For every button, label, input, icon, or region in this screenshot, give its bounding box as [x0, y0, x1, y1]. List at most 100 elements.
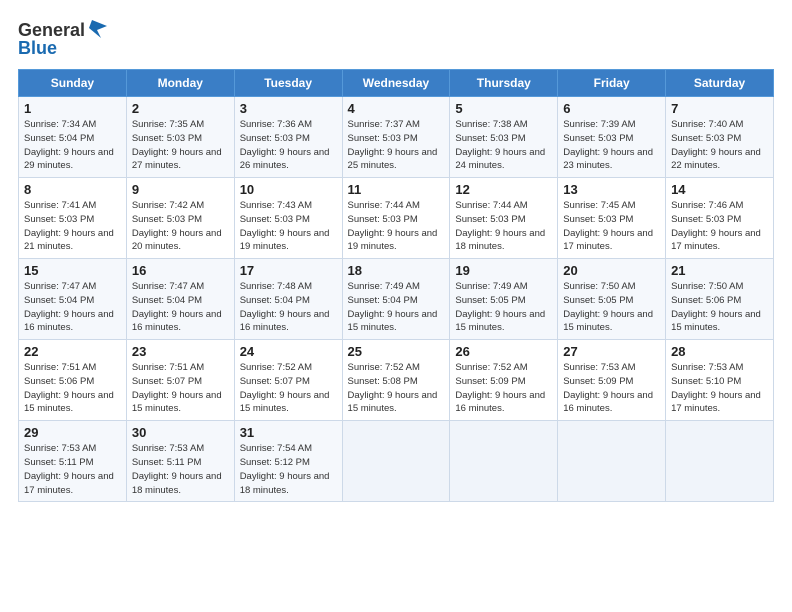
calendar-cell: 14 Sunrise: 7:46 AMSunset: 5:03 PMDayligh…: [666, 178, 774, 259]
day-info: Sunrise: 7:50 AMSunset: 5:06 PMDaylight:…: [671, 280, 769, 335]
day-number: 4: [348, 101, 446, 116]
calendar-cell: 15 Sunrise: 7:47 AMSunset: 5:04 PMDayligh…: [19, 259, 127, 340]
day-number: 31: [240, 425, 338, 440]
calendar-cell: [450, 421, 558, 502]
calendar-cell: 2 Sunrise: 7:35 AMSunset: 5:03 PMDaylight…: [126, 97, 234, 178]
day-info: Sunrise: 7:49 AMSunset: 5:05 PMDaylight:…: [455, 280, 553, 335]
day-info: Sunrise: 7:41 AMSunset: 5:03 PMDaylight:…: [24, 199, 122, 254]
calendar-cell: 3Sunrise: 7:36 AMSunset: 5:03 PMDaylight…: [234, 97, 342, 178]
weekday-header-tuesday: Tuesday: [234, 70, 342, 97]
day-info: Sunrise: 7:53 AMSunset: 5:10 PMDaylight:…: [671, 361, 769, 416]
calendar-cell: 17Sunrise: 7:48 AMSunset: 5:04 PMDayligh…: [234, 259, 342, 340]
weekday-header-sunday: Sunday: [19, 70, 127, 97]
logo-bird-icon: [87, 18, 107, 42]
day-number: 10: [240, 182, 338, 197]
day-info: Sunrise: 7:47 AMSunset: 5:04 PMDaylight:…: [132, 280, 230, 335]
day-number: 12: [455, 182, 553, 197]
day-number: 24: [240, 344, 338, 359]
calendar-header: SundayMondayTuesdayWednesdayThursdayFrid…: [19, 70, 774, 97]
day-number: 22: [24, 344, 122, 359]
calendar-cell: 10 Sunrise: 7:43 AMSunset: 5:03 PMDayligh…: [234, 178, 342, 259]
day-number: 7: [671, 101, 769, 116]
calendar-cell: 24 Sunrise: 7:52 AMSunset: 5:07 PMDayligh…: [234, 340, 342, 421]
day-info: Sunrise: 7:51 AMSunset: 5:06 PMDaylight:…: [24, 361, 122, 416]
day-info: Sunrise: 7:52 AMSunset: 5:07 PMDaylight:…: [240, 361, 338, 416]
day-number: 6: [563, 101, 661, 116]
day-info: Sunrise: 7:44 AMSunset: 5:03 PMDaylight:…: [348, 199, 446, 254]
day-info: Sunrise: 7:44 AMSunset: 5:03 PMDaylight:…: [455, 199, 553, 254]
calendar-cell: 19 Sunrise: 7:49 AMSunset: 5:05 PMDayligh…: [450, 259, 558, 340]
calendar-week-1: 1Sunrise: 7:34 AMSunset: 5:04 PMDaylight…: [19, 97, 774, 178]
day-number: 27: [563, 344, 661, 359]
calendar-cell: 11 Sunrise: 7:44 AMSunset: 5:03 PMDayligh…: [342, 178, 450, 259]
calendar-week-5: 29 Sunrise: 7:53 AMSunset: 5:11 PMDayligh…: [19, 421, 774, 502]
logo: General Blue: [18, 18, 107, 59]
calendar-cell: 13 Sunrise: 7:45 AMSunset: 5:03 PMDayligh…: [558, 178, 666, 259]
day-number: 29: [24, 425, 122, 440]
calendar-week-2: 8 Sunrise: 7:41 AMSunset: 5:03 PMDaylight…: [19, 178, 774, 259]
day-info: Sunrise: 7:52 AMSunset: 5:08 PMDaylight:…: [348, 361, 446, 416]
day-number: 28: [671, 344, 769, 359]
calendar-cell: 22 Sunrise: 7:51 AMSunset: 5:06 PMDayligh…: [19, 340, 127, 421]
day-number: 30: [132, 425, 230, 440]
day-info: Sunrise: 7:53 AMSunset: 5:11 PMDaylight:…: [24, 442, 122, 497]
weekday-header-thursday: Thursday: [450, 70, 558, 97]
calendar-cell: 7Sunrise: 7:40 AMSunset: 5:03 PMDaylight…: [666, 97, 774, 178]
day-number: 17: [240, 263, 338, 278]
day-info: Sunrise: 7:45 AMSunset: 5:03 PMDaylight:…: [563, 199, 661, 254]
day-info: Sunrise: 7:34 AMSunset: 5:04 PMDaylight:…: [24, 118, 122, 173]
day-info: Sunrise: 7:49 AMSunset: 5:04 PMDaylight:…: [348, 280, 446, 335]
calendar-cell: 12 Sunrise: 7:44 AMSunset: 5:03 PMDayligh…: [450, 178, 558, 259]
day-info: Sunrise: 7:47 AMSunset: 5:04 PMDaylight:…: [24, 280, 122, 335]
day-number: 18: [348, 263, 446, 278]
calendar-cell: 29 Sunrise: 7:53 AMSunset: 5:11 PMDayligh…: [19, 421, 127, 502]
day-info: Sunrise: 7:36 AMSunset: 5:03 PMDaylight:…: [240, 118, 338, 173]
day-number: 19: [455, 263, 553, 278]
calendar-cell: 26 Sunrise: 7:52 AMSunset: 5:09 PMDayligh…: [450, 340, 558, 421]
calendar-cell: [342, 421, 450, 502]
day-number: 20: [563, 263, 661, 278]
calendar-cell: [666, 421, 774, 502]
day-info: Sunrise: 7:43 AMSunset: 5:03 PMDaylight:…: [240, 199, 338, 254]
day-number: 13: [563, 182, 661, 197]
day-info: Sunrise: 7:53 AMSunset: 5:11 PMDaylight:…: [132, 442, 230, 497]
day-info: Sunrise: 7:53 AMSunset: 5:09 PMDaylight:…: [563, 361, 661, 416]
day-info: Sunrise: 7:37 AMSunset: 5:03 PMDaylight:…: [348, 118, 446, 173]
day-info: Sunrise: 7:35 AMSunset: 5:03 PMDaylight:…: [132, 118, 230, 173]
day-number: 11: [348, 182, 446, 197]
day-info: Sunrise: 7:46 AMSunset: 5:03 PMDaylight:…: [671, 199, 769, 254]
day-number: 21: [671, 263, 769, 278]
calendar-cell: [558, 421, 666, 502]
day-info: Sunrise: 7:52 AMSunset: 5:09 PMDaylight:…: [455, 361, 553, 416]
weekday-header-friday: Friday: [558, 70, 666, 97]
day-info: Sunrise: 7:39 AMSunset: 5:03 PMDaylight:…: [563, 118, 661, 173]
calendar-cell: 4 Sunrise: 7:37 AMSunset: 5:03 PMDaylight…: [342, 97, 450, 178]
header: General Blue: [18, 18, 774, 59]
day-number: 25: [348, 344, 446, 359]
calendar-week-4: 22 Sunrise: 7:51 AMSunset: 5:06 PMDayligh…: [19, 340, 774, 421]
day-number: 5: [455, 101, 553, 116]
calendar-cell: 6 Sunrise: 7:39 AMSunset: 5:03 PMDaylight…: [558, 97, 666, 178]
day-number: 14: [671, 182, 769, 197]
day-number: 2: [132, 101, 230, 116]
calendar-table: SundayMondayTuesdayWednesdayThursdayFrid…: [18, 69, 774, 502]
calendar-cell: 21 Sunrise: 7:50 AMSunset: 5:06 PMDayligh…: [666, 259, 774, 340]
calendar-cell: 28 Sunrise: 7:53 AMSunset: 5:10 PMDayligh…: [666, 340, 774, 421]
calendar-cell: 16Sunrise: 7:47 AMSunset: 5:04 PMDayligh…: [126, 259, 234, 340]
calendar-body: 1Sunrise: 7:34 AMSunset: 5:04 PMDaylight…: [19, 97, 774, 502]
weekday-header-wednesday: Wednesday: [342, 70, 450, 97]
calendar-cell: 27 Sunrise: 7:53 AMSunset: 5:09 PMDayligh…: [558, 340, 666, 421]
calendar-cell: 1Sunrise: 7:34 AMSunset: 5:04 PMDaylight…: [19, 97, 127, 178]
calendar-week-3: 15 Sunrise: 7:47 AMSunset: 5:04 PMDayligh…: [19, 259, 774, 340]
calendar-cell: 9Sunrise: 7:42 AMSunset: 5:03 PMDaylight…: [126, 178, 234, 259]
day-number: 8: [24, 182, 122, 197]
day-number: 26: [455, 344, 553, 359]
weekday-header-row: SundayMondayTuesdayWednesdayThursdayFrid…: [19, 70, 774, 97]
day-info: Sunrise: 7:50 AMSunset: 5:05 PMDaylight:…: [563, 280, 661, 335]
day-info: Sunrise: 7:51 AMSunset: 5:07 PMDaylight:…: [132, 361, 230, 416]
day-info: Sunrise: 7:54 AMSunset: 5:12 PMDaylight:…: [240, 442, 338, 497]
weekday-header-saturday: Saturday: [666, 70, 774, 97]
day-number: 23: [132, 344, 230, 359]
day-number: 15: [24, 263, 122, 278]
calendar-container: General Blue SundayMondayTuesdayWednesda…: [0, 0, 792, 512]
